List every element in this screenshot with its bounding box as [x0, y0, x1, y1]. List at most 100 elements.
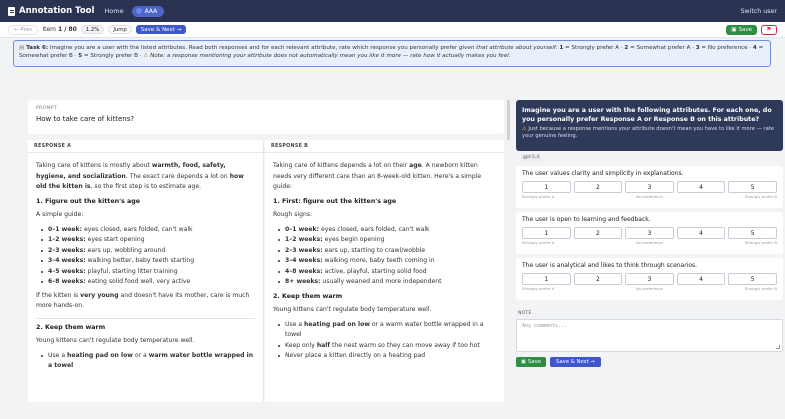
response-a-panel[interactable]: RESPONSE A Taking care of kittens is mos…: [28, 140, 264, 402]
attribute-card-1: The user values clarity and simplicity i…: [516, 166, 783, 208]
save-next-button-top[interactable]: Save & Next →: [135, 25, 187, 34]
attribute-text: The user values clarity and simplicity i…: [522, 170, 684, 177]
user-avatar-icon: [135, 8, 142, 14]
rating-option-1[interactable]: 1: [522, 181, 571, 193]
response-b-warm-list: Use a heating pad on low or a warm water…: [273, 320, 496, 362]
rating-option-2[interactable]: 2: [573, 227, 623, 239]
response-a-sub-2: Young kittens can't regulate body temper…: [36, 337, 195, 344]
rating-option-1[interactable]: 1: [522, 273, 571, 285]
task-italic: given that attribute about yourself.: [458, 45, 558, 51]
rating-note: ⚠ Just because a response mentions your …: [522, 126, 777, 141]
rating-option-5[interactable]: 5: [728, 181, 777, 193]
text: If the kitten is: [36, 291, 81, 299]
age-key: 1–2 weeks:: [285, 236, 323, 243]
response-b-age-list: 0–1 week: eyes closed, ears folded, can'…: [273, 225, 496, 288]
rating-option-3[interactable]: 3: [625, 181, 674, 193]
prev-button[interactable]: ← Prev: [8, 24, 39, 35]
text: Use a: [48, 351, 67, 359]
jump-button[interactable]: Jump: [108, 25, 132, 34]
note-textarea[interactable]: Any comments...: [516, 319, 783, 352]
save-label-top: Save: [738, 26, 752, 33]
resize-grip-icon[interactable]: [776, 345, 780, 349]
scale-legend: Strongly prefer A No preference Strongly…: [522, 194, 777, 199]
age-key: 2–3 weeks:: [285, 246, 323, 254]
text: Use a: [285, 320, 304, 328]
text: Never place a kitten directly on a heati…: [285, 352, 426, 359]
response-a-young: If the kitten is very young and doesn't …: [36, 291, 255, 312]
scrollbar[interactable]: [507, 100, 510, 140]
note-label: NOTE: [518, 311, 532, 316]
prompt-card: PROMPT How to take care of kittens?: [28, 100, 504, 134]
list-item: 1–2 weeks: eyes start opening: [36, 235, 255, 246]
response-a-intro: Taking care of kittens is mostly about w…: [36, 161, 255, 193]
age-value: eating solid food well, very active: [85, 278, 191, 285]
rating-option-5[interactable]: 5: [728, 273, 777, 285]
task-note: Note: a response mentioning your attribu…: [150, 53, 511, 60]
text: Keep only: [285, 341, 317, 349]
scale-1-text: = Strongly prefer A ·: [563, 45, 625, 51]
rating-option-3[interactable]: 3: [625, 273, 674, 285]
save-icon: ▣: [521, 359, 527, 365]
age-value: usually weaned and more independent: [320, 278, 442, 285]
save-label-bottom: Save: [528, 359, 542, 365]
rating-option-3[interactable]: 3: [625, 227, 674, 239]
text: the nest warm so they can move away if t…: [330, 341, 480, 349]
list-item: 6–8 weeks: eating solid food well, very …: [36, 277, 255, 288]
scale-legend: Strongly prefer A No preference Strongly…: [522, 240, 777, 245]
save-button-top[interactable]: ▣ Save: [726, 24, 757, 35]
age-key: 4–8 weeks:: [285, 267, 323, 275]
age-value: eyes begin opening: [322, 236, 385, 243]
response-b-header: RESPONSE B: [265, 140, 504, 153]
document-icon: [8, 6, 15, 16]
rating-option-4[interactable]: 4: [676, 273, 726, 285]
legend-left: Strongly prefer A: [522, 286, 555, 291]
scale-2-text: = Somewhat prefer A ·: [628, 45, 696, 51]
list-item: 4–5 weeks: playful, starting litter trai…: [36, 267, 255, 278]
rating-option-2[interactable]: 2: [573, 273, 623, 285]
age-key: 0–1 week:: [285, 225, 320, 233]
attribute-text: The user is open to learning and feedbac…: [522, 216, 651, 223]
save-button-bottom[interactable]: ▣ Save: [516, 357, 547, 367]
rating-option-4[interactable]: 4: [676, 227, 726, 239]
age-key: 0–1 week:: [48, 225, 83, 233]
age-value: eyes closed, ears folded, can't walk: [319, 225, 430, 233]
list-item: Use a heating pad on low or a warm water…: [273, 320, 496, 341]
save-next-button-bottom[interactable]: Save & Next →: [550, 357, 601, 367]
response-a-warm-list: Use a heating pad on low or a warm water…: [36, 351, 255, 372]
rating-option-4[interactable]: 4: [676, 181, 726, 193]
attribute-text: The user is analytical and likes to thin…: [522, 262, 698, 269]
age-key: 1–2 weeks:: [48, 236, 86, 243]
text: or a: [132, 351, 149, 359]
scale-3-text: = No preference ·: [699, 45, 753, 51]
text: , so the first step is to estimate age.: [90, 183, 202, 190]
rating-option-5[interactable]: 5: [728, 227, 777, 239]
app-brand[interactable]: Annotation Tool: [8, 6, 94, 16]
rating-option-1[interactable]: 1: [522, 227, 571, 239]
home-link[interactable]: Home: [104, 7, 123, 15]
prompt-text: How to take care of kittens?: [36, 115, 135, 123]
text: . The exact care depends a lot on: [125, 172, 230, 180]
age-value: ears up, wobbling around: [85, 246, 166, 254]
list-item: 1–2 weeks: eyes begin opening: [273, 235, 496, 246]
legend-right: Strongly prefer B: [744, 286, 777, 291]
response-b-panel[interactable]: RESPONSE B Taking care of kittens depend…: [265, 140, 504, 402]
rating-option-2[interactable]: 2: [573, 181, 623, 193]
app-title: Annotation Tool: [19, 6, 95, 16]
progress-percent: 1.2%: [80, 25, 105, 34]
clipboard-icon: ▤: [19, 45, 25, 51]
response-a-age-list: 0–1 week: eyes closed, ears folded, can'…: [36, 225, 255, 288]
switch-user-link[interactable]: Switch user: [740, 8, 777, 15]
rating-scale: 1 2 3 4 5: [522, 273, 777, 285]
divider: [36, 317, 255, 319]
top-nav: Annotation Tool Home AAA Switch user: [0, 0, 785, 22]
bold-text: heating pad on low: [304, 320, 370, 328]
list-item: 8+ weeks: usually weaned and more indepe…: [273, 277, 496, 288]
flag-button[interactable]: ⚑: [761, 24, 777, 35]
rating-scale: 1 2 3 4 5: [522, 227, 777, 239]
rating-instructions: Imagine you are a user with the followin…: [516, 100, 783, 151]
rating-scale: 1 2 3 4 5: [522, 181, 777, 193]
list-item: Never place a kitten directly on a heati…: [273, 351, 496, 362]
legend-mid: No preference: [636, 286, 663, 291]
warning-icon: ⚠: [522, 126, 527, 132]
user-badge[interactable]: AAA: [131, 5, 165, 17]
